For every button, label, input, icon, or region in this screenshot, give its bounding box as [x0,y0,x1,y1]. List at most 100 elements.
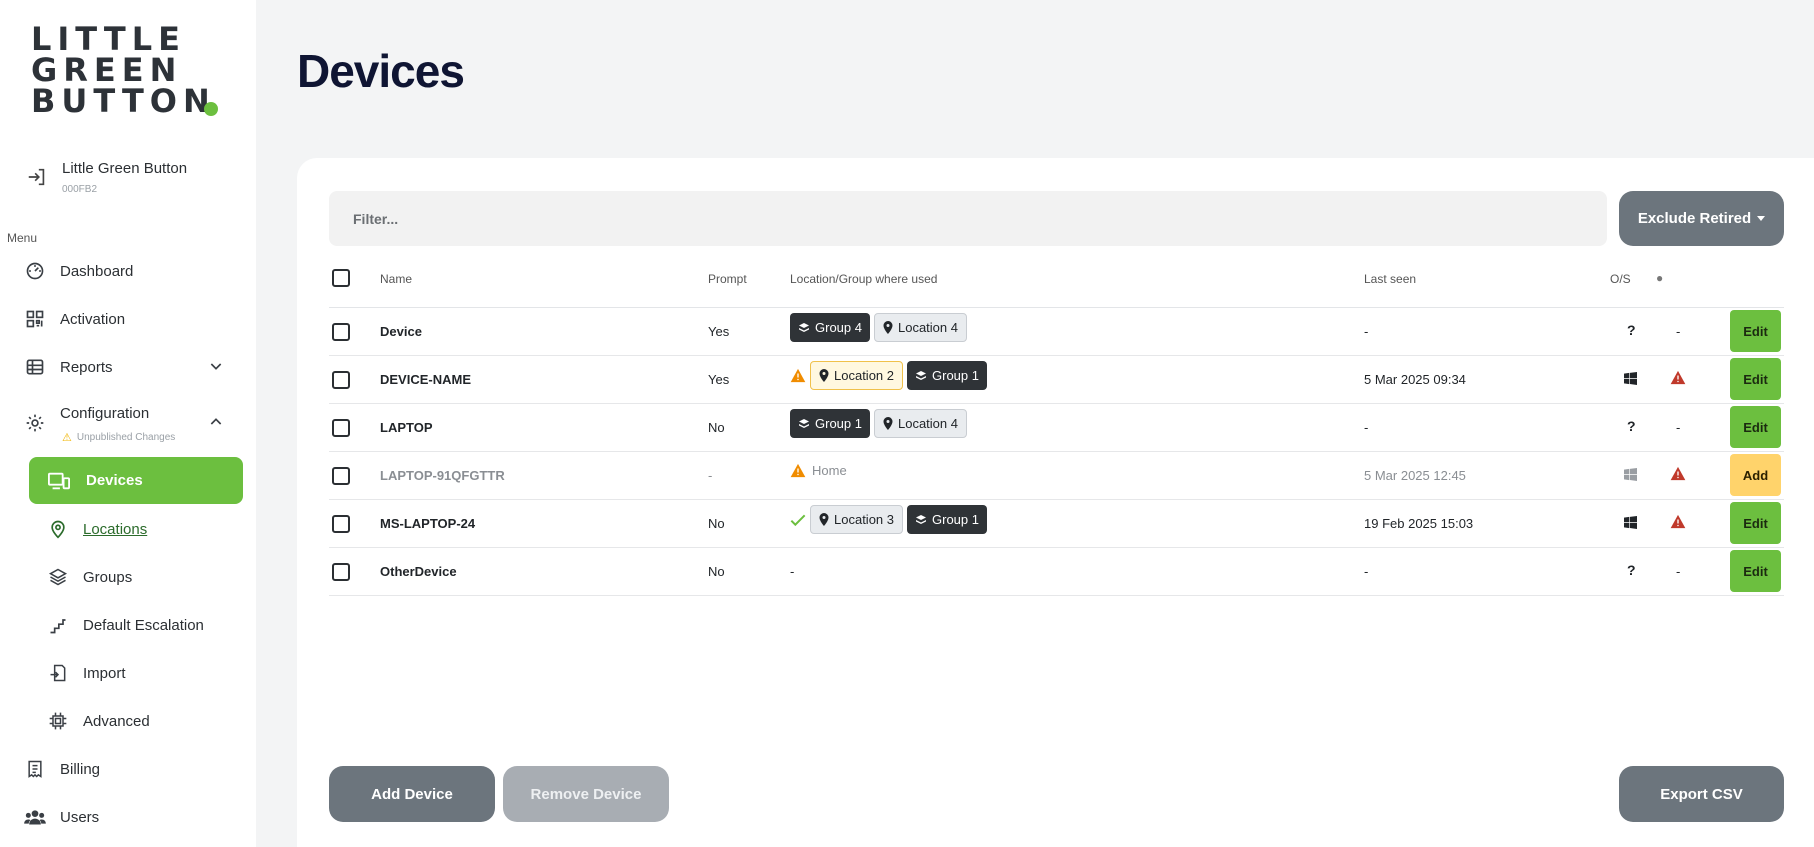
windows-icon [1624,468,1637,484]
warning-icon [790,463,806,478]
add-device-button[interactable]: Add Device [329,766,495,822]
device-prompt: - [708,468,713,483]
nav-groups[interactable]: Groups [47,554,243,600]
row-checkbox[interactable] [332,515,350,533]
map-pin-icon [883,417,893,430]
edit-button[interactable]: Edit [1730,358,1781,400]
nav-billing-label: Billing [60,760,101,778]
warning-icon [1670,370,1686,388]
warning-icon [790,368,806,383]
edit-button[interactable]: Edit [1730,310,1781,352]
layers-icon [47,566,69,588]
nav-advanced[interactable]: Advanced [47,698,243,744]
edit-button[interactable]: Edit [1730,406,1781,448]
map-pin-icon [819,369,829,382]
col-name[interactable]: Name [380,272,412,286]
nav-dashboard[interactable]: Dashboard [24,248,244,294]
chevron-up-icon[interactable] [208,414,224,430]
table-row[interactable]: OtherDevice No - - ? - Edit [329,548,1784,596]
col-last-seen[interactable]: Last seen [1364,272,1416,286]
nav-default-escalation-label: Default Escalation [83,616,204,634]
login-icon [26,166,48,188]
nav-dashboard-label: Dashboard [60,262,134,280]
row-checkbox[interactable] [332,467,350,485]
check-icon [790,514,806,526]
table-row[interactable]: DEVICE-NAME Yes Location 2 Group 1 5 Mar … [329,356,1784,404]
nav-devices-label: Devices [86,472,143,489]
export-csv-button[interactable]: Export CSV [1619,766,1784,822]
col-prompt[interactable]: Prompt [708,272,747,286]
row-checkbox[interactable] [332,371,350,389]
last-seen: 5 Mar 2025 12:45 [1364,468,1466,483]
device-tags: Group 1 Location 4 [790,409,971,438]
row-checkbox[interactable] [332,563,350,581]
table-header: Name Prompt Location/Group where used La… [329,262,1784,308]
col-location[interactable]: Location/Group where used [790,272,937,286]
layers-icon [916,514,926,524]
nav-activation[interactable]: Activation [24,296,244,342]
warning-icon [1670,514,1686,532]
group-badge: Group 1 [790,409,870,438]
org-switcher[interactable]: Little Green Button 000FB2 [24,158,244,202]
col-os[interactable]: O/S [1610,272,1631,286]
nav-advanced-label: Advanced [83,712,150,730]
gear-icon [24,412,46,434]
table-row[interactable]: LAPTOP-91QFGTTR - Home 5 Mar 2025 12:45 … [329,452,1784,500]
device-name: MS-LAPTOP-24 [380,516,476,531]
warning-icon [1670,466,1686,484]
device-name: LAPTOP [380,420,433,435]
table-row[interactable]: LAPTOP No Group 1 Location 4 - ? - Edit [329,404,1784,452]
nav-users[interactable]: Users [24,794,244,840]
layers-icon [799,418,809,428]
stairs-icon [47,614,69,636]
nav-reports[interactable]: Reports [24,344,244,390]
nav-billing[interactable]: Billing [24,746,244,792]
nav-locations-label: Locations [83,520,148,538]
nav-reports-label: Reports [60,358,113,376]
nav-default-escalation[interactable]: Default Escalation [47,602,243,648]
filter-input[interactable] [329,191,1607,246]
nav-devices[interactable]: Devices [29,457,243,504]
status-value: - [1676,420,1681,435]
row-checkbox[interactable] [332,323,350,341]
device-prompt: Yes [708,324,730,339]
remove-device-button[interactable]: Remove Device [503,766,669,822]
import-icon [47,662,69,684]
org-code: 000FB2 [62,184,98,195]
users-icon [24,806,46,828]
device-tags: - [790,564,795,579]
device-tags: Location 2 Group 1 [790,361,991,390]
os-unknown: ? [1627,322,1636,338]
sidebar: LITTLE GREEN BUTTON Little Green Button … [0,0,256,847]
row-checkbox[interactable] [332,419,350,437]
col-status[interactable]: ● [1656,271,1663,285]
map-pin-icon [47,518,69,540]
select-all-checkbox[interactable] [332,269,350,287]
exclude-retired-dropdown[interactable]: Exclude Retired [1619,191,1784,246]
device-prompt: No [708,420,725,435]
nav-locations[interactable]: Locations [47,506,243,552]
status-value: - [1676,564,1681,579]
last-seen: - [1364,420,1369,435]
location-badge: Location 2 [810,361,903,390]
logo: LITTLE GREEN BUTTON [31,23,216,120]
device-tags: Group 4 Location 4 [790,313,971,342]
edit-button[interactable]: Edit [1730,550,1781,592]
org-name: Little Green Button [62,160,188,177]
chevron-down-icon[interactable] [208,358,224,374]
group-badge: Group 4 [790,313,870,342]
table-row[interactable]: Device Yes Group 4 Location 4 - ? - Edit [329,308,1784,356]
edit-button[interactable]: Edit [1730,502,1781,544]
add-button[interactable]: Add [1730,454,1781,496]
device-name: LAPTOP-91QFGTTR [380,468,505,483]
nav-import[interactable]: Import [47,650,243,696]
logo-line-3: BUTTON [31,82,216,120]
nav-groups-label: Groups [83,568,133,586]
layers-icon [799,322,809,332]
config-status-label: Unpublished Changes [76,432,176,443]
device-name: DEVICE-NAME [380,372,472,387]
table-row[interactable]: MS-LAPTOP-24 No Location 3 Group 1 19 Feb… [329,500,1784,548]
menu-label: Menu [7,231,38,245]
last-seen: - [1364,564,1369,579]
device-name: OtherDevice [380,564,457,579]
